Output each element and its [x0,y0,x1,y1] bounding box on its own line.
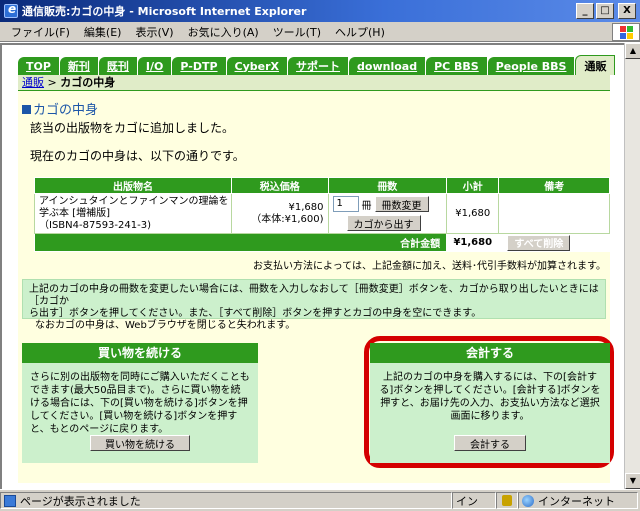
window-title: 通信販売:カゴの中身 - Microsoft Internet Explorer [22,5,307,18]
close-button[interactable]: X [618,3,636,19]
col-header-title: 出版物名 [33,177,233,194]
item-title: アインシュタインとファインマンの理論を学ぶ本 [増補版] （ISBN4-8759… [33,193,233,234]
added-message: 該当の出版物をカゴに追加しました。 [30,121,235,135]
page-title: カゴの中身 [22,99,98,118]
item-qty-cell: 1 冊 冊数変更 カゴから出す [327,193,448,234]
menu-edit[interactable]: 編集(E) [77,24,129,40]
item-subtotal: ¥1,680 [446,193,500,234]
change-quantity-button[interactable]: 冊数変更 [374,196,429,212]
ie-logo-icon [4,2,18,18]
zone-segment: インターネット [518,492,638,509]
continue-shopping-title: 買い物を続ける [22,343,258,363]
tab-io[interactable]: I/O [137,57,172,75]
tab-backlist[interactable]: 既刊 [98,57,137,75]
minimize-button[interactable]: _ [576,3,594,19]
col-header-subtotal: 小計 [446,177,500,194]
tab-mail-order[interactable]: 通販 [575,55,616,75]
lock-icon [496,492,518,509]
page-content: カゴの中身 該当の出版物をカゴに追加しました。 現在のカゴの中身は、以下の通りで… [18,91,614,483]
tab-pdtp[interactable]: P-DTP [172,57,226,75]
tab-pc-bbs[interactable]: PC BBS [426,57,487,75]
tab-cyberx[interactable]: CyberX [226,57,288,75]
total-amount: ¥1,680 [446,233,500,252]
cart-header-row: 出版物名 税込価格 冊数 小計 備考 [33,177,610,194]
delete-all-button[interactable]: すべて削除 [507,234,571,251]
scroll-down-arrow-icon[interactable]: ▼ [625,473,640,489]
breadcrumb-separator: > [44,76,61,89]
checkout-title: 会計する [370,343,610,363]
menu-help[interactable]: ヘルプ(H) [328,24,392,40]
tab-download[interactable]: download [349,57,426,75]
cart-info-box: 上記のカゴの中身の冊数を変更したい場合には、冊数を入力しなおして［冊数変更］ボタ… [22,279,606,331]
col-header-qty: 冊数 [327,177,448,194]
menu-tools[interactable]: ツール(T) [266,24,328,40]
col-header-price: 税込価格 [231,177,329,194]
internet-zone-icon [522,494,534,507]
menu-view[interactable]: 表示(V) [128,24,180,40]
remove-from-cart-button[interactable]: カゴから出す [346,215,421,231]
status-text: ページが表示されました [20,494,141,508]
window-titlebar: 通信販売:カゴの中身 - Microsoft Internet Explorer… [0,0,640,22]
browser-viewport: TOP 新刊 既刊 I/O P-DTP CyberX サポート download… [0,43,624,489]
breadcrumb: 通販 > カゴの中身 [18,75,610,91]
total-label: 合計金額 [33,233,448,252]
ime-indicator: イン [452,492,496,509]
continue-shopping-text: さらに別の出版物を同時にご購入いただくこともできます(最大50品目まで)。さらに… [30,372,250,435]
vertical-scrollbar[interactable]: ▲ ▼ [624,43,640,489]
qty-unit: 冊 [361,200,372,212]
zone-label: インターネット [538,494,615,508]
current-cart-message: 現在のカゴの中身は、以下の通りです。 [30,149,245,163]
square-bullet-icon [22,105,31,114]
breadcrumb-current: カゴの中身 [60,76,116,89]
checkout-panel: 会計する 上記のカゴの中身を購入するには、下の[会計する]ボタンを押してください… [370,343,610,463]
tab-top[interactable]: TOP [18,57,59,75]
checkout-button[interactable]: 会計する [454,435,526,451]
tab-support[interactable]: サポート [288,57,349,75]
page-icon [4,494,16,507]
item-note [498,193,610,234]
status-text-segment: ページが表示されました [0,492,452,509]
quantity-input[interactable]: 1 [332,196,359,212]
status-bar: ページが表示されました イン インターネット [0,489,640,511]
site-nav-tabs: TOP 新刊 既刊 I/O P-DTP CyberX サポート download… [18,55,616,75]
cart-table: 出版物名 税込価格 冊数 小計 備考 アインシュタインとファインマンの理論を学ぶ… [33,177,610,252]
item-price: ¥1,680 （本体:¥1,600) [231,193,329,234]
tab-people-bbs[interactable]: People BBS [487,57,575,75]
scroll-up-arrow-icon[interactable]: ▲ [625,43,640,59]
breadcrumb-link-mail-order[interactable]: 通販 [22,76,44,89]
continue-shopping-panel: 買い物を続ける さらに別の出版物を同時にご購入いただくこともできます(最大50品… [22,343,258,463]
tab-new[interactable]: 新刊 [59,57,98,75]
col-header-note: 備考 [498,177,610,194]
checkout-text: 上記のカゴの中身を購入するには、下の[会計する]ボタンを押してください。[会計す… [379,372,601,422]
menu-favorites[interactable]: お気に入り(A) [181,24,266,40]
table-row: アインシュタインとファインマンの理論を学ぶ本 [増補版] （ISBN4-8759… [33,193,610,234]
continue-shopping-button[interactable]: 買い物を続ける [90,435,190,451]
total-row: 合計金額 ¥1,680 すべて削除 [33,233,610,252]
menu-file[interactable]: ファイル(F) [4,24,77,40]
shipping-note: お支払い方法によっては、上記金額に加え、送料･代引手数料が加算されます。 [253,261,606,272]
maximize-button[interactable]: □ [596,3,614,19]
menu-bar: ファイル(F) 編集(E) 表示(V) お気に入り(A) ツール(T) ヘルプ(… [0,22,640,42]
windows-logo-icon [612,22,640,41]
